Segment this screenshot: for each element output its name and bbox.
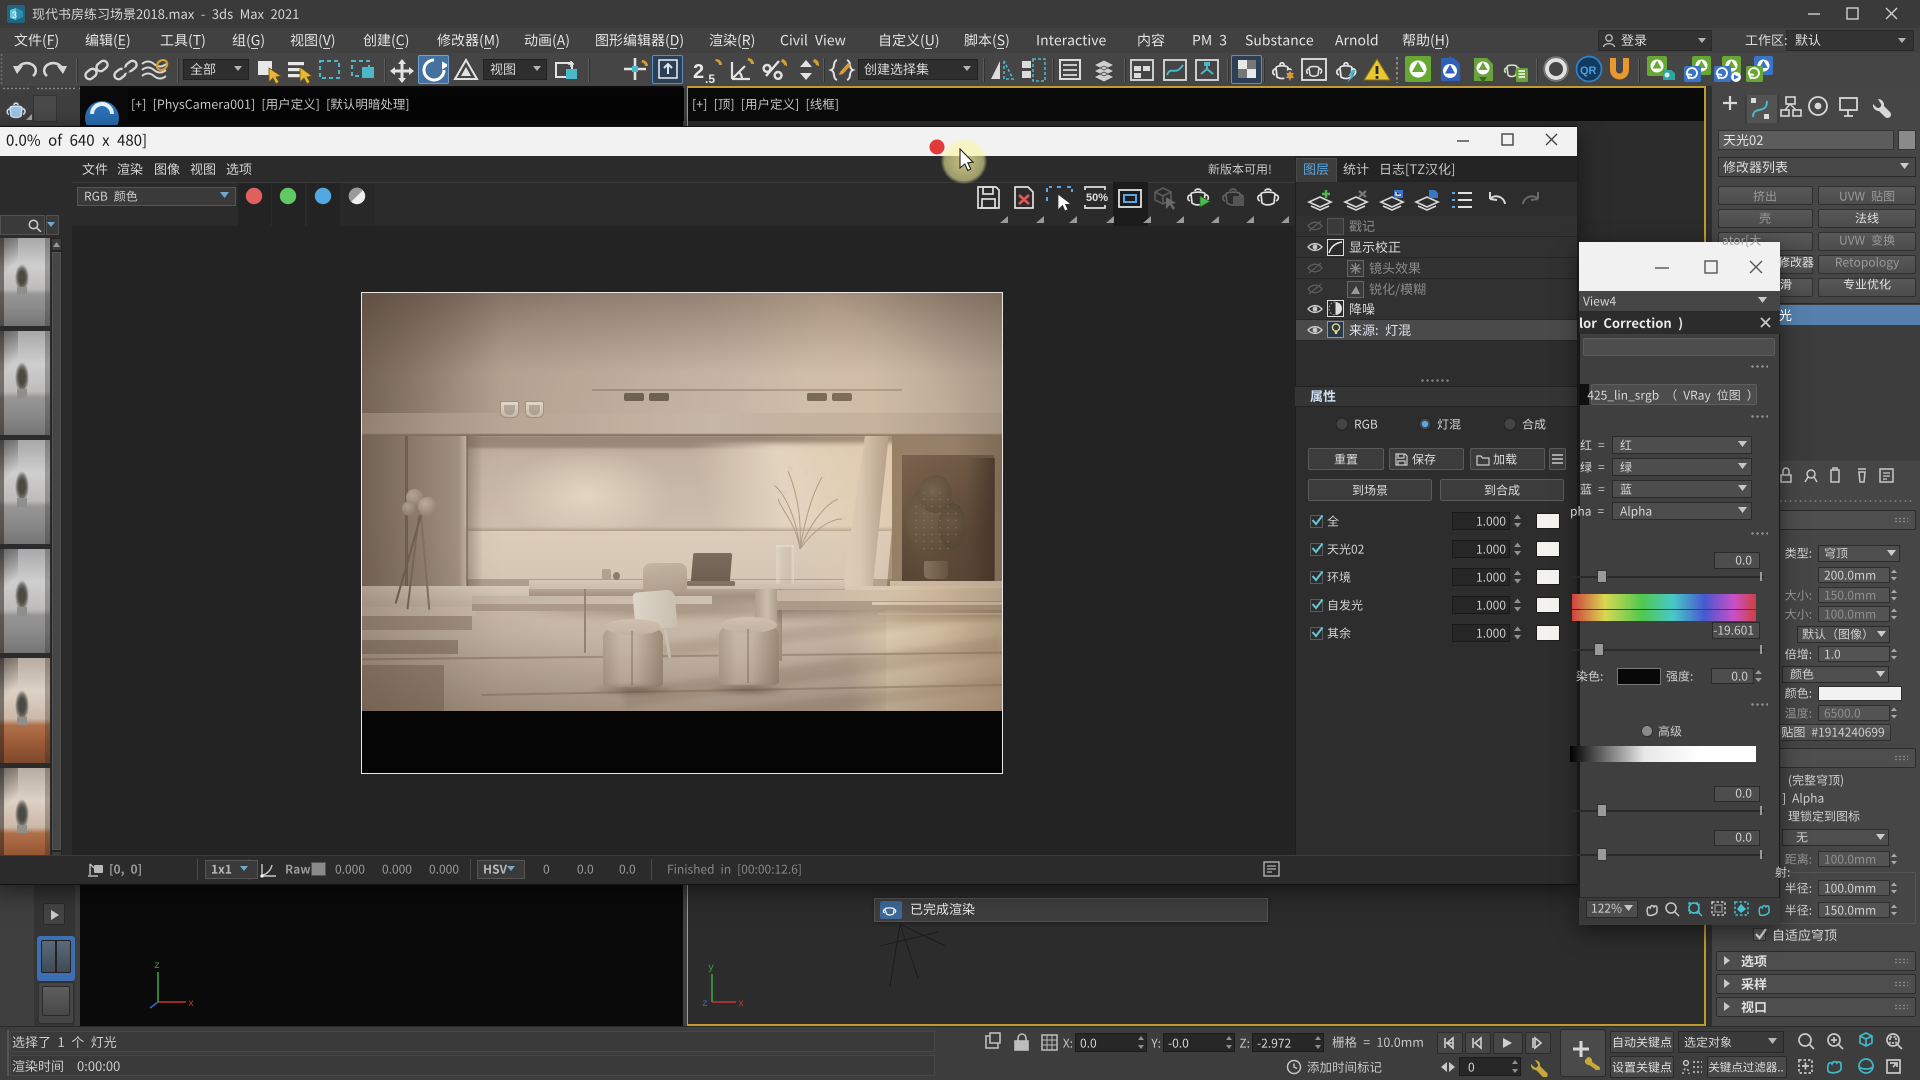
svg-text:z: z [154, 961, 160, 972]
svg-text:3: 3 [12, 10, 17, 20]
svg-text:QR: QR [1580, 65, 1597, 77]
svg-text:x: x [188, 999, 194, 1010]
svg-text:.5: .5 [705, 72, 715, 85]
svg-text:50%: 50% [1086, 192, 1108, 204]
svg-text:y: y [708, 963, 714, 974]
svg-text:2: 2 [693, 61, 704, 83]
svg-text:x: x [738, 999, 744, 1010]
svg-text:z: z [702, 999, 708, 1010]
